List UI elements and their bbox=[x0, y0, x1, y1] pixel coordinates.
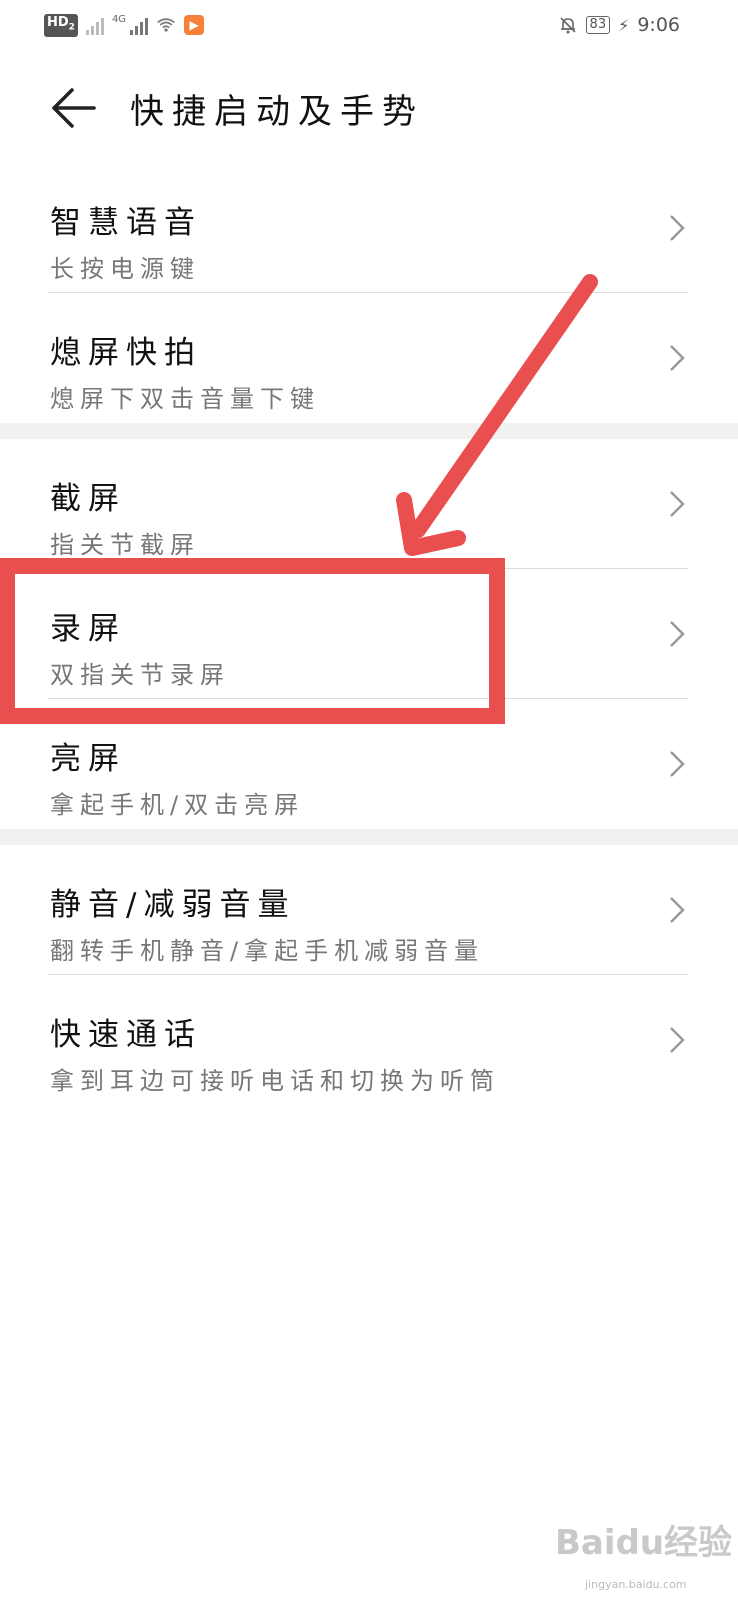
setting-wake-screen[interactable]: 亮屏 拿起手机/双击亮屏 bbox=[0, 699, 738, 829]
settings-group-1: 智慧语音 长按电源键 熄屏快拍 熄屏下双击音量下键 bbox=[0, 163, 738, 423]
signal-icon bbox=[130, 15, 149, 36]
chevron-right-icon bbox=[670, 215, 685, 241]
setting-title: 智慧语音 bbox=[50, 205, 202, 241]
setting-subtitle: 拿起手机/双击亮屏 bbox=[50, 791, 305, 819]
video-app-icon: ▶ bbox=[184, 15, 205, 36]
chevron-right-icon bbox=[670, 345, 685, 371]
setting-title: 快速通话 bbox=[50, 1017, 202, 1053]
setting-title: 截屏 bbox=[50, 481, 126, 517]
chevron-right-icon bbox=[670, 491, 685, 517]
setting-title: 录屏 bbox=[50, 611, 126, 647]
chevron-right-icon bbox=[670, 1027, 685, 1053]
settings-group-3: 静音/减弱音量 翻转手机静音/拿起手机减弱音量 快速通话 拿到耳边可接听电话和切… bbox=[0, 845, 738, 1105]
wifi-icon bbox=[157, 18, 175, 32]
setting-smart-voice[interactable]: 智慧语音 长按电源键 bbox=[0, 163, 738, 293]
signal-off-icon bbox=[85, 15, 104, 36]
charging-icon: ⚡ bbox=[618, 15, 630, 35]
setting-subtitle: 长按电源键 bbox=[50, 255, 200, 283]
clock: 9:06 bbox=[637, 14, 680, 36]
chevron-right-icon bbox=[670, 621, 685, 647]
status-icons-right: 83 ⚡ 9:06 bbox=[558, 14, 680, 36]
chevron-right-icon bbox=[670, 897, 685, 923]
network-type-label: 4G bbox=[111, 14, 127, 25]
back-button[interactable] bbox=[48, 86, 98, 130]
chevron-right-icon bbox=[670, 751, 685, 777]
setting-subtitle: 拿到耳边可接听电话和切换为听筒 bbox=[50, 1067, 500, 1095]
arrow-left-icon bbox=[52, 88, 96, 128]
group-separator bbox=[0, 423, 738, 439]
setting-subtitle: 熄屏下双击音量下键 bbox=[50, 385, 320, 413]
page-title: 快捷启动及手势 bbox=[130, 92, 424, 132]
setting-subtitle: 双指关节录屏 bbox=[50, 661, 230, 689]
group-separator bbox=[0, 829, 738, 845]
setting-mute-volume[interactable]: 静音/减弱音量 翻转手机静音/拿起手机减弱音量 bbox=[0, 845, 738, 975]
status-bar: HD2 4G ▶ 83 ⚡ 9:06 bbox=[0, 0, 738, 52]
battery-icon: 83 bbox=[585, 16, 611, 34]
settings-group-2: 截屏 指关节截屏 录屏 双指关节录屏 亮屏 拿起手机/双击亮屏 bbox=[0, 439, 738, 829]
setting-subtitle: 翻转手机静音/拿起手机减弱音量 bbox=[50, 937, 485, 965]
setting-screen-off-snapshot[interactable]: 熄屏快拍 熄屏下双击音量下键 bbox=[0, 293, 738, 423]
watermark-logo: Baidu经验 bbox=[555, 1523, 733, 1563]
hd-voice-icon: HD2 bbox=[44, 14, 78, 37]
setting-subtitle: 指关节截屏 bbox=[50, 531, 200, 559]
watermark-url: jingyan.baidu.com bbox=[585, 1578, 687, 1591]
setting-title: 亮屏 bbox=[50, 741, 126, 777]
status-icons-left: HD2 4G ▶ bbox=[44, 14, 205, 37]
setting-title: 静音/减弱音量 bbox=[50, 887, 296, 923]
app-header: 快捷启动及手势 bbox=[0, 72, 738, 142]
setting-screenshot[interactable]: 截屏 指关节截屏 bbox=[0, 439, 738, 569]
bell-off-icon bbox=[559, 17, 576, 34]
setting-title: 熄屏快拍 bbox=[50, 335, 202, 371]
setting-quick-call[interactable]: 快速通话 拿到耳边可接听电话和切换为听筒 bbox=[0, 975, 738, 1105]
setting-screen-record[interactable]: 录屏 双指关节录屏 bbox=[0, 569, 738, 699]
